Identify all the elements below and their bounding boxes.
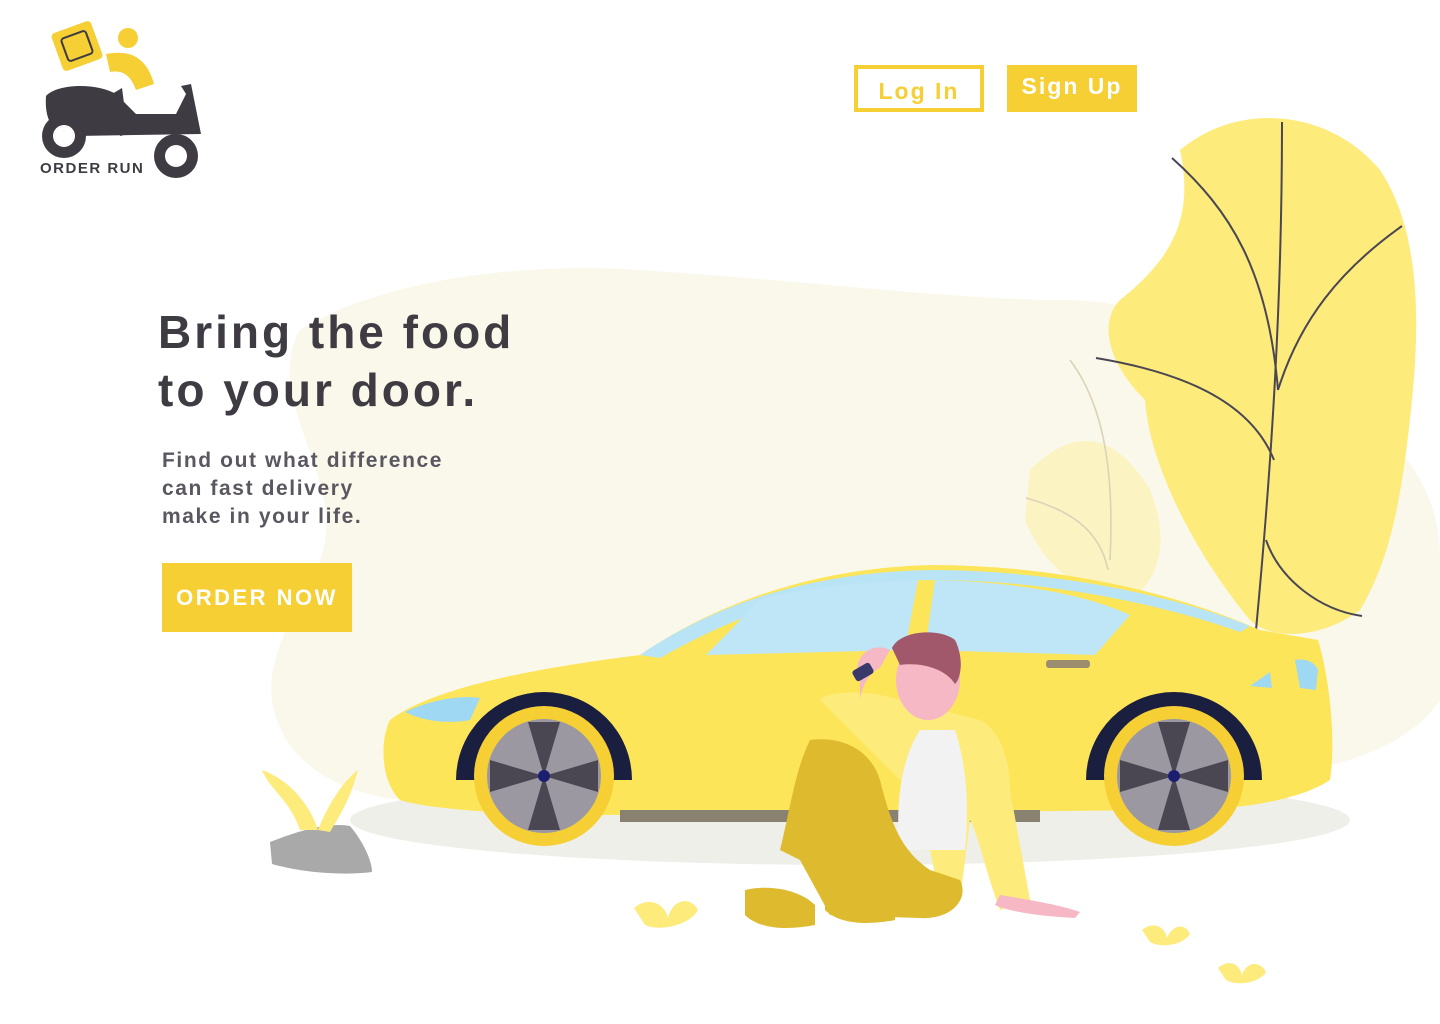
hero-subtitle-line: can fast delivery	[162, 477, 354, 500]
order-now-button[interactable]: ORDER NOW	[162, 563, 352, 632]
login-button[interactable]: Log In	[854, 65, 984, 112]
hero-title-line: to your door.	[158, 364, 479, 416]
hero-subtitle: Find out what difference can fast delive…	[162, 447, 522, 531]
signup-button[interactable]: Sign Up	[1007, 65, 1137, 112]
hero-subtitle-line: make in your life.	[162, 505, 363, 528]
hero-subtitle-line: Find out what difference	[162, 449, 444, 472]
hero-title: Bring the food to your door.	[158, 303, 578, 419]
small-leaves-icon	[634, 901, 1266, 984]
hero-title-line: Bring the food	[158, 306, 515, 358]
brand-name: ORDER RUN	[40, 160, 145, 177]
